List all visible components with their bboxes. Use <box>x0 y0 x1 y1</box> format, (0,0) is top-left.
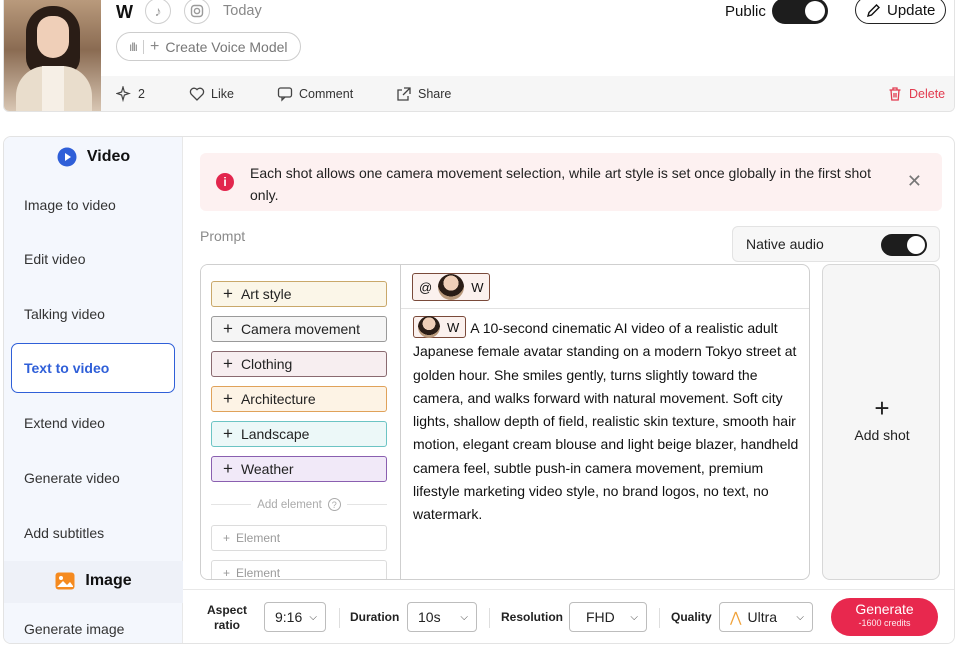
profile-name: W <box>116 2 133 22</box>
profile-card: W ♪ Today ıllı + Create Voice Model Publ… <box>3 0 955 112</box>
info-alert: i Each shot allows one camera movement s… <box>200 153 942 211</box>
help-icon[interactable]: ? <box>327 498 341 511</box>
plus-icon: + <box>223 284 233 303</box>
duration-select[interactable]: 10s ⌵ <box>407 602 477 632</box>
play-circle-icon <box>57 147 77 167</box>
element-chip-landscape[interactable]: + Landscape <box>211 421 387 447</box>
sparkle-icon <box>116 86 131 102</box>
avatar[interactable] <box>4 0 101 111</box>
image-section-header: Image <box>4 571 183 591</box>
native-audio-control: Native audio <box>732 226 940 262</box>
delete-button[interactable]: Delete <box>887 86 945 102</box>
element-placeholder[interactable]: + Element <box>211 560 387 579</box>
instagram-icon[interactable] <box>184 0 210 24</box>
waveform-icon: ıllı <box>129 39 138 54</box>
public-label: Public <box>725 3 766 20</box>
sidebar-item-add-subtitles[interactable]: Add subtitles <box>24 525 104 541</box>
sidebar-item-text-to-video[interactable]: Text to video <box>11 343 175 393</box>
chevron-down-icon: ⌵ <box>309 611 317 623</box>
inline-avatar-mention[interactable]: W <box>413 316 467 339</box>
sparkle-count[interactable]: 2 <box>116 86 145 102</box>
resolution-label: Resolution <box>501 610 563 624</box>
sidebar-item-generate-image[interactable]: Generate image <box>24 621 124 637</box>
prompt-text-area[interactable]: @ W W A 10-second cinematic AI video of … <box>401 265 809 579</box>
aspect-ratio-select[interactable]: 9:16 ⌵ <box>264 602 326 632</box>
element-chip-camera-movement[interactable]: + Camera movement <box>211 316 387 342</box>
add-shot-button[interactable]: + Add shot <box>822 264 940 580</box>
heart-icon <box>189 87 205 101</box>
prompt-editor: + Art style + Camera movement + Clothing + A… <box>200 264 810 580</box>
post-date: Today <box>223 3 262 19</box>
chevron-down-icon: ⌵ <box>460 611 468 623</box>
chevron-down-icon: ⌵ <box>630 611 638 623</box>
trash-icon <box>889 87 901 101</box>
comment-icon <box>277 87 293 102</box>
like-button[interactable]: Like <box>189 86 234 102</box>
element-chip-architecture[interactable]: + Architecture <box>211 386 387 412</box>
public-toggle[interactable] <box>772 0 828 24</box>
avatar-thumbnail <box>418 316 440 339</box>
element-placeholder[interactable]: + Element <box>211 525 387 551</box>
sidebar-item-edit-video[interactable]: Edit video <box>24 251 85 267</box>
video-section-header: Video <box>4 147 183 167</box>
plus-icon: + <box>223 389 233 408</box>
avatar-mention-chip[interactable]: @ W <box>412 273 491 301</box>
create-voice-model-button[interactable]: ıllı + Create Voice Model <box>116 32 301 61</box>
image-icon <box>55 572 75 590</box>
resolution-select[interactable]: FHD ⌵ <box>569 602 647 632</box>
comment-button[interactable]: Comment <box>277 86 353 102</box>
quality-select[interactable]: ⋀ Ultra ⌵ <box>719 602 813 632</box>
share-icon <box>397 87 411 101</box>
quality-label: Quality <box>671 610 712 624</box>
generate-credits: -1600 credits <box>858 618 911 628</box>
tiktok-icon[interactable]: ♪ <box>145 0 171 24</box>
avatar-thumbnail <box>438 274 465 300</box>
sidebar-item-talking-video[interactable]: Talking video <box>24 306 105 322</box>
generator-panel: Video Image to video Edit video Talking … <box>3 136 955 644</box>
generation-settings-bar: Aspect ratio 9:16 ⌵ Duration 10s ⌵ Resolut… <box>183 589 954 643</box>
alert-icon: i <box>216 173 234 191</box>
alert-text: Each shot allows one camera movement sel… <box>250 165 871 203</box>
update-button[interactable]: Update <box>855 0 947 24</box>
native-audio-toggle[interactable] <box>881 234 927 256</box>
element-list: + Art style + Camera movement + Clothing + A… <box>201 265 401 579</box>
share-button[interactable]: Share <box>396 86 451 102</box>
quality-crown-icon: ⋀ <box>730 608 742 625</box>
plus-icon: + <box>223 354 233 373</box>
mention-row: @ W <box>401 265 809 309</box>
element-chip-clothing[interactable]: + Clothing <box>211 351 387 377</box>
plus-icon: + <box>223 319 233 338</box>
add-element-button[interactable]: Add element ? <box>211 498 387 511</box>
sidebar-item-extend-video[interactable]: Extend video <box>24 415 105 431</box>
element-chip-weather[interactable]: + Weather <box>211 456 387 482</box>
chevron-down-icon: ⌵ <box>796 611 804 623</box>
plus-icon: + <box>223 459 233 478</box>
prompt-label: Prompt <box>200 228 246 244</box>
close-icon[interactable]: ✕ <box>907 171 922 192</box>
sidebar-item-generate-video[interactable]: Generate video <box>24 470 120 486</box>
pencil-icon <box>866 3 880 17</box>
sidebar: Video Image to video Edit video Talking … <box>4 137 183 643</box>
generate-button[interactable]: Generate -1600 credits <box>831 598 938 636</box>
prompt-text[interactable]: W A 10-second cinematic AI video of a re… <box>413 316 805 527</box>
duration-label: Duration <box>350 610 400 624</box>
sidebar-item-image-to-video[interactable]: Image to video <box>24 197 116 213</box>
native-audio-label: Native audio <box>746 236 824 252</box>
plus-icon: + <box>150 37 160 55</box>
aspect-ratio-label: Aspect ratio <box>206 603 247 632</box>
plus-icon: + <box>874 393 890 423</box>
plus-icon: + <box>223 424 233 443</box>
element-chip-art-style[interactable]: + Art style <box>211 281 387 307</box>
